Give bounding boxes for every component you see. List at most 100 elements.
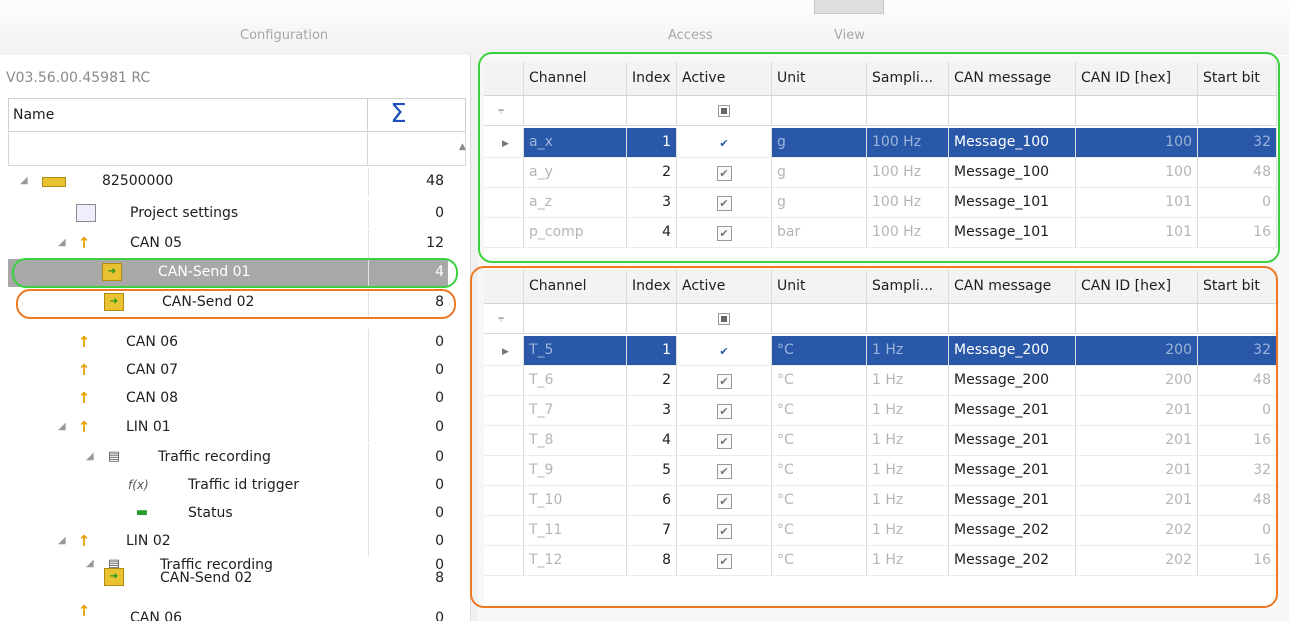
cell-index[interactable]: 4 [627, 218, 677, 247]
table-row[interactable]: p_comp 4 ✔ bar 100 Hz Message_101 101 16 [484, 218, 1277, 248]
column-header[interactable]: CAN ID [hex] [1076, 62, 1198, 95]
column-header[interactable]: Channel [524, 62, 627, 95]
cell-rate[interactable]: 1 Hz [867, 456, 949, 485]
table-row[interactable]: ▶ a_x 1 ✔ g 100 Hz Message_100 100 32 [484, 128, 1277, 158]
filter-cell[interactable] [1076, 304, 1198, 333]
tab-view[interactable]: View [834, 28, 865, 43]
tree-row-traffic-id-trigger[interactable]: f(x) Traffic id trigger 0 [8, 472, 448, 500]
filter-cell[interactable] [1198, 96, 1277, 125]
column-header[interactable]: CAN ID [hex] [1076, 270, 1198, 303]
active-cell[interactable]: ✔ [677, 426, 772, 455]
column-header[interactable]: Channel [524, 270, 627, 303]
active-checkbox[interactable]: ✔ [716, 136, 732, 151]
cell-startbit[interactable]: 0 [1198, 516, 1277, 545]
tree-row-traffic-recording[interactable]: ◢ ▤ Traffic recording 0 [8, 444, 448, 472]
filter-cell[interactable] [949, 96, 1076, 125]
active-cell[interactable]: ✔ [677, 336, 772, 365]
filter-icon[interactable]: ⫧ [484, 304, 524, 333]
cell-rate[interactable]: 1 Hz [867, 336, 949, 365]
tree-row-lin-01[interactable]: ◢ LIN 01 0 [8, 414, 448, 442]
active-checkbox[interactable]: ✔ [716, 196, 732, 211]
column-header[interactable]: Sampli... [867, 270, 949, 303]
table-row[interactable]: T_10 6 ✔ °C 1 Hz Message_201 201 48 [484, 486, 1277, 516]
cell-message[interactable]: Message_201 [949, 396, 1076, 425]
cell-message[interactable]: Message_201 [949, 456, 1076, 485]
tree-row-can-send-02-drag[interactable]: ➜ CAN-Send 02 8 [8, 568, 448, 590]
cell-channel[interactable]: T_11 [524, 516, 627, 545]
filter-icon[interactable]: ⫧ [484, 96, 524, 125]
column-header[interactable]: Active [677, 62, 772, 95]
cell-message[interactable]: Message_202 [949, 516, 1076, 545]
cell-startbit[interactable]: 32 [1198, 336, 1277, 365]
cell-rate[interactable]: 1 Hz [867, 366, 949, 395]
cell-canid[interactable]: 202 [1076, 516, 1198, 545]
cell-startbit[interactable]: 16 [1198, 426, 1277, 455]
active-cell[interactable]: ✔ [677, 456, 772, 485]
cell-channel[interactable]: p_comp [524, 218, 627, 247]
cell-unit[interactable]: °C [772, 336, 867, 365]
sum-icon[interactable]: Σ [367, 99, 429, 131]
column-header[interactable]: Index [627, 62, 677, 95]
column-header[interactable]: CAN message [949, 62, 1076, 95]
cell-message[interactable]: Message_100 [949, 128, 1076, 157]
tree-filter-cell[interactable] [367, 132, 429, 165]
filter-cell[interactable] [949, 304, 1076, 333]
column-header[interactable]: Unit [772, 270, 867, 303]
cell-canid[interactable]: 200 [1076, 336, 1198, 365]
cell-rate[interactable]: 1 Hz [867, 516, 949, 545]
cell-index[interactable]: 1 [627, 128, 677, 157]
filter-cell[interactable] [772, 304, 867, 333]
column-header[interactable]: Unit [772, 62, 867, 95]
cell-startbit[interactable]: 32 [1198, 456, 1277, 485]
tree-row-lin-02[interactable]: ◢ LIN 02 0 [8, 528, 448, 556]
active-cell[interactable]: ✔ [677, 128, 772, 157]
filter-cell[interactable] [677, 304, 772, 333]
cell-index[interactable]: 2 [627, 158, 677, 187]
active-cell[interactable]: ✔ [677, 396, 772, 425]
cell-rate[interactable]: 100 Hz [867, 128, 949, 157]
filter-cell[interactable] [1198, 304, 1277, 333]
cell-index[interactable]: 7 [627, 516, 677, 545]
active-checkbox[interactable]: ✔ [716, 434, 732, 449]
active-checkbox[interactable]: ✔ [716, 494, 732, 509]
tree-row-project-settings[interactable]: Project settings 0 [8, 200, 448, 228]
pane-splitter[interactable] [470, 55, 478, 621]
cell-message[interactable]: Message_200 [949, 366, 1076, 395]
collapse-icon[interactable]: ◢ [86, 558, 94, 569]
cell-canid[interactable]: 100 [1076, 158, 1198, 187]
cell-message[interactable]: Message_201 [949, 426, 1076, 455]
cell-unit[interactable]: °C [772, 516, 867, 545]
cell-unit[interactable]: g [772, 158, 867, 187]
cell-channel[interactable]: T_12 [524, 546, 627, 575]
cell-channel[interactable]: a_x [524, 128, 627, 157]
cell-unit[interactable]: bar [772, 218, 867, 247]
filter-cell[interactable] [867, 304, 949, 333]
column-header[interactable]: Start bit [1198, 62, 1277, 95]
active-cell[interactable]: ✔ [677, 188, 772, 217]
filter-cell[interactable] [524, 304, 627, 333]
collapse-icon[interactable]: ◢ [58, 535, 66, 546]
cell-unit[interactable]: °C [772, 486, 867, 515]
table-row[interactable]: ▶ T_5 1 ✔ °C 1 Hz Message_200 200 32 [484, 336, 1277, 366]
cell-rate[interactable]: 1 Hz [867, 426, 949, 455]
cell-canid[interactable]: 201 [1076, 396, 1198, 425]
cell-message[interactable]: Message_201 [949, 486, 1076, 515]
collapse-icon[interactable]: ◢ [86, 451, 94, 462]
scroll-up-icon[interactable]: ▲ [459, 142, 466, 152]
active-checkbox[interactable]: ✔ [716, 344, 732, 359]
collapse-icon[interactable]: ◢ [58, 237, 66, 248]
cell-channel[interactable]: T_10 [524, 486, 627, 515]
cell-message[interactable]: Message_101 [949, 188, 1076, 217]
cell-startbit[interactable]: 0 [1198, 396, 1277, 425]
active-checkbox[interactable]: ✔ [716, 524, 732, 539]
cell-rate[interactable]: 100 Hz [867, 188, 949, 217]
table-row[interactable]: T_9 5 ✔ °C 1 Hz Message_201 201 32 [484, 456, 1277, 486]
cell-channel[interactable]: T_5 [524, 336, 627, 365]
cell-unit[interactable]: g [772, 128, 867, 157]
filter-cell[interactable] [627, 96, 677, 125]
active-cell[interactable]: ✔ [677, 516, 772, 545]
cell-channel[interactable]: a_z [524, 188, 627, 217]
tree-row-can-08[interactable]: CAN 08 0 [8, 385, 448, 413]
cell-startbit[interactable]: 48 [1198, 366, 1277, 395]
cell-channel[interactable]: T_6 [524, 366, 627, 395]
